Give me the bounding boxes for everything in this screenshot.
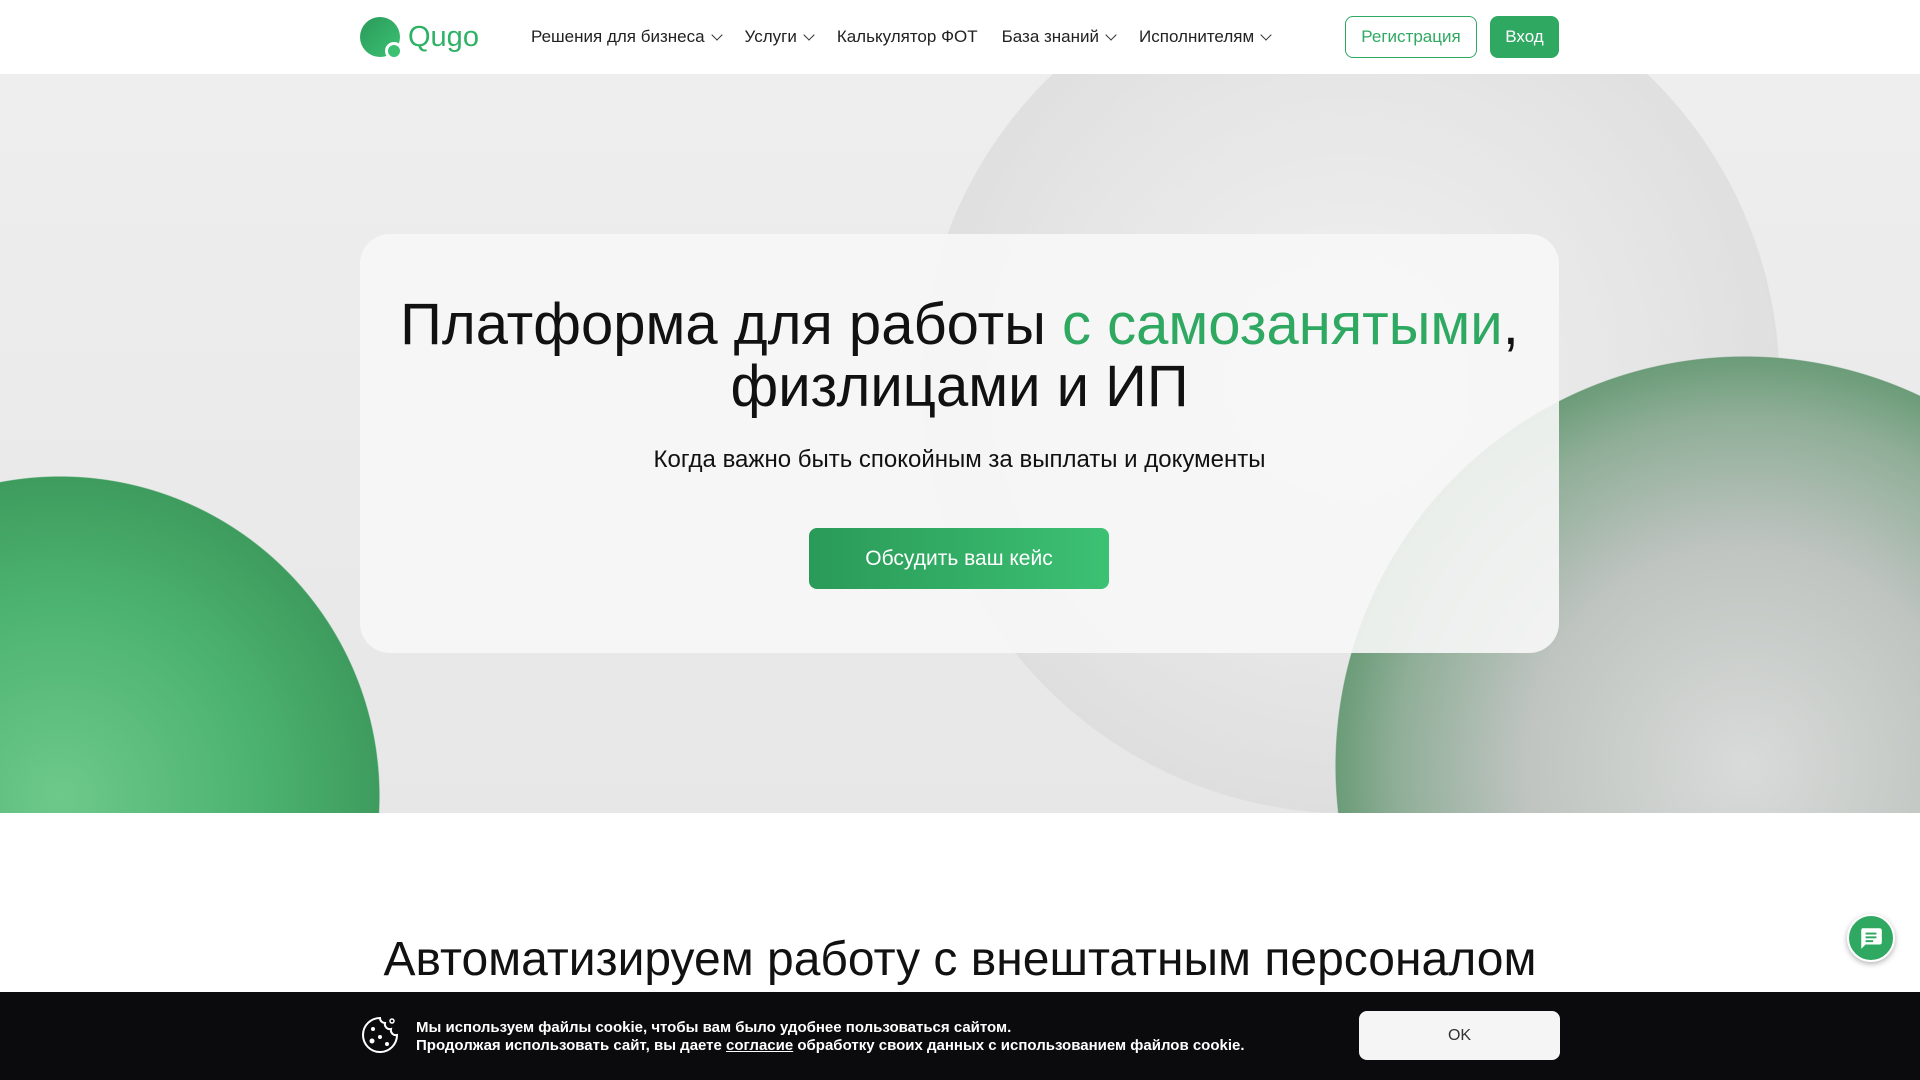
consent-link[interactable]: согласие — [726, 1037, 793, 1054]
discuss-case-button[interactable]: Обсудить ваш кейс — [809, 528, 1109, 589]
nav-label: Услуги — [744, 27, 797, 46]
hero-card: Платформа для работы с самозанятыми, физл… — [360, 234, 1559, 653]
nav-item-solutions[interactable]: Решения для бизнеса — [531, 27, 723, 47]
hero-title: Платформа для работы с самозанятыми, физл… — [400, 292, 1519, 419]
register-button[interactable]: Регистрация — [1345, 16, 1477, 58]
chevron-down-icon — [1105, 29, 1117, 41]
nav-label: Калькулятор ФОТ — [836, 27, 978, 46]
chevron-down-icon — [710, 29, 723, 41]
nav-item-calculator[interactable]: Калькулятор ФОТ — [837, 27, 978, 47]
site-header: Qugo Решения для бизнеса Услуги Калькуля… — [0, 0, 1920, 74]
cookie-banner: Мы используем файлы cookie, чтобы вам бы… — [0, 992, 1920, 1080]
chat-icon — [1861, 928, 1882, 949]
chevron-down-icon — [1260, 29, 1272, 41]
cookie-text: Мы используем файлы cookie, чтобы вам бы… — [416, 1019, 1245, 1055]
main-nav: Решения для бизнеса Услуги Калькулятор Ф… — [531, 0, 1272, 74]
chat-button[interactable] — [1847, 914, 1895, 962]
cookie-line2: Продолжая использовать сайт, вы даете со… — [416, 1037, 1245, 1054]
nav-item-performers[interactable]: Исполнителям — [1139, 27, 1272, 47]
cookie-ok-button[interactable]: OK — [1359, 1011, 1560, 1060]
login-button[interactable]: Вход — [1490, 16, 1559, 58]
nav-item-knowledge-base[interactable]: База знаний — [1001, 27, 1117, 47]
nav-label: База знаний — [1001, 27, 1100, 46]
cookie-line1: Мы используем файлы cookie, чтобы вам бы… — [416, 1019, 1012, 1036]
nav-label: Решения для бизнеса — [531, 27, 705, 46]
logo-mark-icon — [360, 17, 403, 60]
nav-item-services[interactable]: Услуги — [744, 27, 815, 47]
section-title: Автоматизируем работу с внештатным персо… — [383, 933, 1537, 986]
logo-text: Qugo — [408, 20, 479, 53]
hero-subtitle: Когда важно быть спокойным за выплаты и … — [653, 446, 1266, 473]
chevron-down-icon — [803, 29, 815, 41]
nav-label: Исполнителям — [1139, 27, 1255, 46]
hero: Платформа для работы с самозанятыми, физл… — [0, 74, 1920, 813]
cookie-icon — [362, 1016, 399, 1053]
decorative-green-sphere — [0, 476, 380, 813]
logo[interactable]: Qugo — [360, 17, 479, 60]
